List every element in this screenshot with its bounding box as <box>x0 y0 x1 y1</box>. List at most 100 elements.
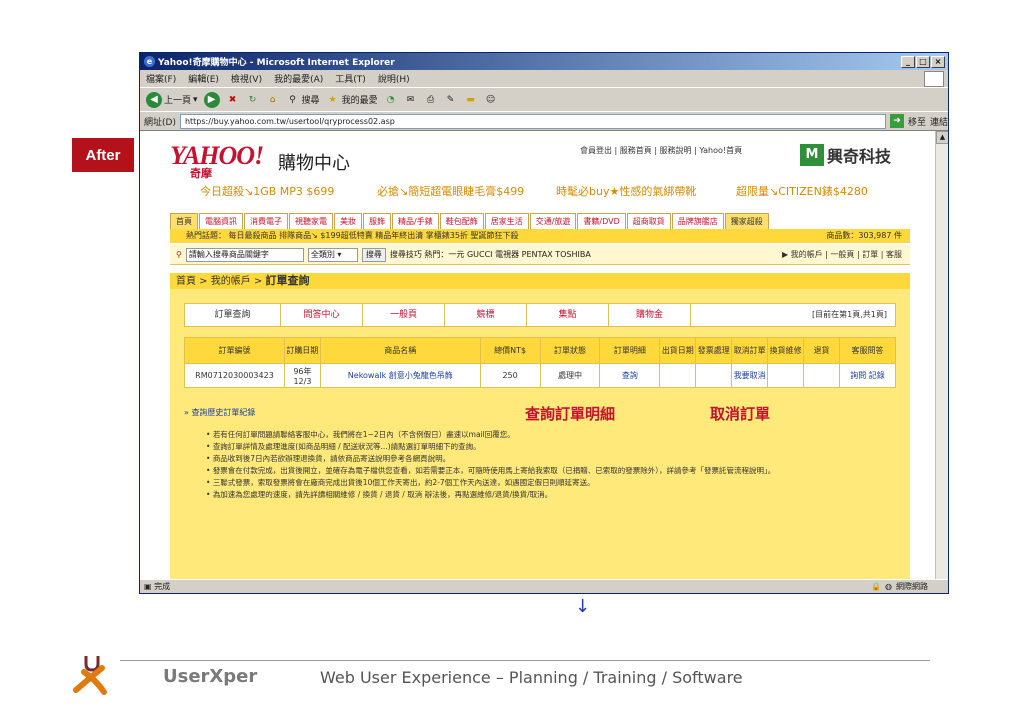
zone-label: 網際網路 <box>896 582 928 591</box>
subtab-shopping-credit[interactable]: 購物金 <box>609 304 691 326</box>
menu-view[interactable]: 檢視(V) <box>231 72 262 85</box>
order-status: 處理中 <box>539 363 601 388</box>
address-input[interactable]: https://buy.yahoo.com.tw/usertool/qrypro… <box>179 113 886 129</box>
links-button[interactable]: 連結 <box>930 115 948 128</box>
breadcrumb-path[interactable]: 首頁 > 我的帳戶 > <box>176 276 265 287</box>
back-button[interactable]: ◀ 上一頁 ▾ <box>146 91 198 108</box>
browser-window: e Yahoo!奇摩購物中心 - Microsoft Internet Expl… <box>139 52 949 594</box>
toolbar: ◀ 上一頁 ▾ ▶ ✖ ↻ ⌂ ⚲ 搜尋 ★ 我的最愛 ◔ ✉ ⎙ ✎ ▬ ☺ <box>140 88 948 112</box>
mail-icon[interactable]: ✉ <box>404 93 418 107</box>
globe-icon: ◍ <box>885 582 892 591</box>
tab-computer[interactable]: 電腦資訊 <box>199 213 243 229</box>
promo-3[interactable]: 時髦必buy★性感的氣綁帶靴 <box>556 183 696 199</box>
search-submit-button[interactable]: 搜尋 <box>361 247 386 262</box>
list-item: 商品收到後7日內若欲辦理退換貨，請依商品寄送說明參考各網頁說明。 <box>206 453 896 465</box>
go-arrow-icon[interactable]: ➜ <box>889 114 904 128</box>
yahoo-logo[interactable]: YAHOO! <box>170 141 264 171</box>
partner-logo: M 興奇科技 <box>800 143 891 167</box>
page-title: 訂單查詢 <box>265 274 310 287</box>
service-links[interactable]: 詢問 記錄 <box>839 363 896 388</box>
menu-bar: 檔案(F) 編輯(E) 檢視(V) 我的最愛(A) 工具(T) 說明(H) <box>140 70 948 88</box>
subtab-order-query[interactable]: 訂單查詢 <box>185 304 281 326</box>
history-orders-link[interactable]: » 查詢歷史訂單紀錄 <box>184 407 255 418</box>
subtab-general[interactable]: 一般頁 <box>363 304 445 326</box>
history-icon[interactable]: ◔ <box>384 93 398 107</box>
tab-home[interactable]: 首頁 <box>170 213 198 229</box>
tab-apparel[interactable]: 服飾 <box>363 213 391 229</box>
site-header: YAHOO! 奇摩 購物中心 會員登出 | 服務首頁 | 服務說明 | Yaho… <box>160 137 930 180</box>
col-order-date: 訂購日期 <box>283 337 321 364</box>
order-product-link[interactable]: Nekowalk 創意小兔龍色吊飾 <box>319 363 481 388</box>
search-button[interactable]: ⚲ 搜尋 <box>286 93 320 107</box>
subtab-qa[interactable]: 問答中心 <box>281 304 363 326</box>
tab-electronics[interactable]: 消費電子 <box>244 213 288 229</box>
go-button[interactable]: 移至 <box>908 115 926 128</box>
menu-file[interactable]: 檔案(F) <box>146 72 176 85</box>
col-invoice: 發票處理 <box>695 337 733 364</box>
home-icon[interactable]: ⌂ <box>266 93 280 107</box>
window-title: Yahoo!奇摩購物中心 - Microsoft Internet Explor… <box>158 58 395 68</box>
search-hints[interactable]: 搜尋技巧 熱門：一元 GUCCI 電視器 PENTAX TOSHIBA <box>390 249 591 260</box>
messenger-icon[interactable]: ☺ <box>484 93 498 107</box>
forward-button[interactable]: ▶ <box>203 91 220 108</box>
print-icon[interactable]: ⎙ <box>424 93 438 107</box>
footer-divider <box>120 660 930 661</box>
refresh-icon[interactable]: ↻ <box>246 93 260 107</box>
close-button[interactable]: × <box>931 55 945 68</box>
tab-av[interactable]: 視聽家電 <box>289 213 333 229</box>
folder-icon[interactable]: ▬ <box>464 93 478 107</box>
category-select[interactable]: 全類別 ▾ <box>307 247 358 262</box>
tab-shoes[interactable]: 鞋包配飾 <box>439 213 484 229</box>
tab-travel[interactable]: 交通/旅遊 <box>529 213 577 229</box>
after-badge: After <box>72 138 134 172</box>
vertical-scrollbar[interactable]: ▲ <box>935 131 948 581</box>
search-label: 搜尋 <box>301 96 320 106</box>
account-links[interactable]: ▶ 我的帳戶 | 一般頁 | 訂單 | 客服 <box>782 249 902 260</box>
order-detail-link[interactable]: 查詢 <box>599 363 661 388</box>
top-links[interactable]: 會員登出 | 服務首頁 | 服務說明 | Yahoo!首頁 <box>580 145 742 156</box>
favorites-button[interactable]: ★ 我的最愛 <box>326 93 378 107</box>
subtab-points[interactable]: 集點 <box>527 304 609 326</box>
col-service: 客服問答 <box>839 337 896 364</box>
tab-pickup[interactable]: 超商取貨 <box>626 213 671 229</box>
tab-brands[interactable]: 品牌旗艦店 <box>671 213 724 229</box>
windows-logo-icon <box>924 70 944 87</box>
stop-icon[interactable]: ✖ <box>226 93 240 107</box>
list-item: 三聯式發票，索取發票將會在廠商完成出貨後10個工作天寄出，約2-7個工作天內送達… <box>206 477 896 489</box>
back-label: 上一頁 <box>164 96 192 106</box>
hot-topics[interactable]: 熱門話題： 每日最殺商品 排隊商品↘ $199超低特賣 精品年終出清 掌櫃錶35… <box>186 231 519 240</box>
menu-help[interactable]: 說明(H) <box>378 72 410 85</box>
promo-1[interactable]: 今日超殺↘1GB MP3 $699 <box>200 183 334 199</box>
tab-luxury[interactable]: 精品/手錶 <box>392 213 439 229</box>
list-item: 若有任何訂單問題請聯絡客服中心，我們將在1~2日內（不含例假日）盡速以mail回… <box>206 429 896 441</box>
promo-4[interactable]: 超限量↘CITIZEN錶$4280 <box>736 183 868 199</box>
col-order-id: 訂單編號 <box>184 337 285 364</box>
minimize-button[interactable]: _ <box>901 55 915 68</box>
brand-name: UserXper <box>163 666 258 687</box>
ie-icon: e <box>144 56 155 67</box>
invoice-cell <box>695 363 733 388</box>
table-header-row: 訂單編號 訂購日期 商品名稱 總價NT$ 訂單狀態 訂單明細 出貨日期 發票處理… <box>184 337 896 364</box>
page-info: [目前在第1頁,共1頁] <box>812 310 887 319</box>
scroll-up-icon[interactable]: ▲ <box>936 131 948 144</box>
search-input[interactable]: 請輸入搜尋商品關鍵字 <box>185 247 304 262</box>
edit-icon[interactable]: ✎ <box>444 93 458 107</box>
maximize-button[interactable]: □ <box>916 55 930 68</box>
star-icon: ★ <box>328 94 337 105</box>
subtab-auction[interactable]: 競標 <box>445 304 527 326</box>
tab-books[interactable]: 書籍/DVD <box>577 213 626 229</box>
partner-mark-icon: M <box>800 144 824 166</box>
tagline: Web User Experience – Planning / Trainin… <box>320 668 743 687</box>
tab-exclusive[interactable]: 獨家超殺 <box>724 213 769 229</box>
cancel-order-link[interactable]: 我要取消 <box>731 363 769 388</box>
order-date: 96年 12/3 <box>283 363 321 388</box>
menu-tools[interactable]: 工具(T) <box>335 72 366 85</box>
menu-edit[interactable]: 編輯(E) <box>188 72 219 85</box>
tab-home-living[interactable]: 居家生活 <box>484 213 529 229</box>
tab-beauty[interactable]: 美妝 <box>334 213 362 229</box>
list-item: 查詢訂單詳情及處理進度(如商品明細 / 配送狀況等...)請點選訂單明細下的查詢… <box>206 441 896 453</box>
promo-2[interactable]: 必搶↘簡短超電眼睫毛膏$499 <box>377 183 524 199</box>
ship-date-cell <box>659 363 697 388</box>
exchange-cell <box>767 363 805 388</box>
menu-favorites[interactable]: 我的最愛(A) <box>274 72 323 85</box>
